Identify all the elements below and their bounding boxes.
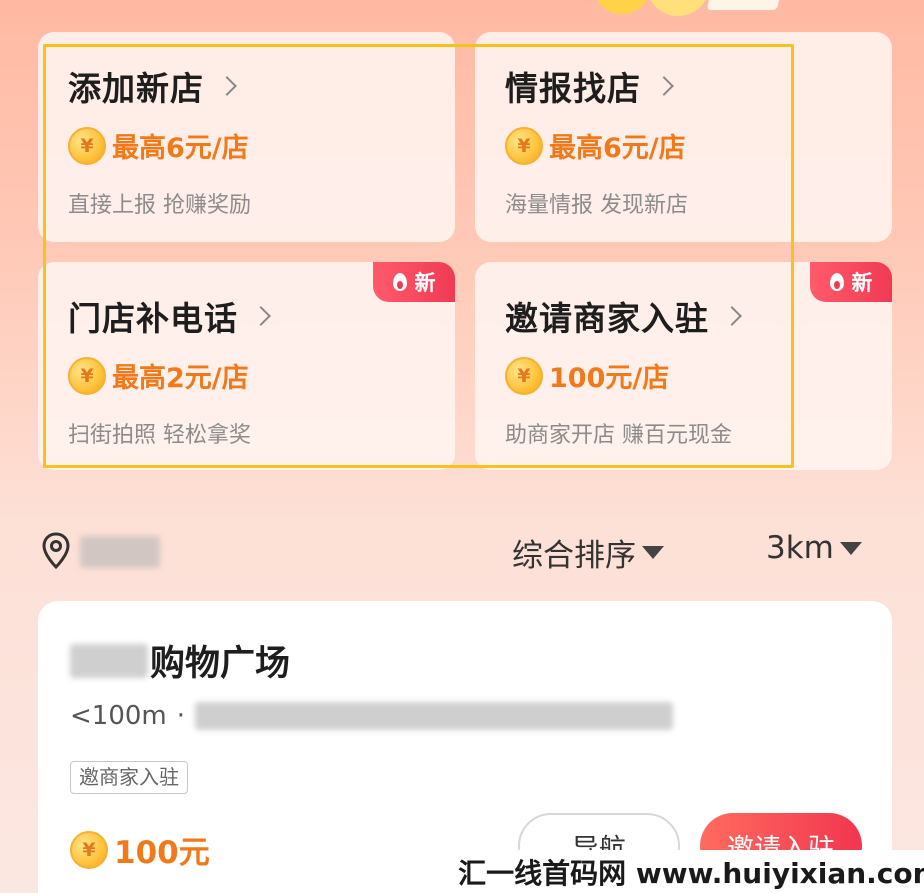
flame-icon: [829, 273, 844, 291]
task-description: 直接上报 抢赚奖励: [68, 193, 251, 218]
store-name: 购物广场: [70, 635, 290, 686]
task-reward: ¥ 最高6元/店: [68, 126, 249, 165]
chevron-right-icon: [217, 76, 237, 96]
location-name-blurred[interactable]: [80, 536, 160, 568]
task-description: 扫街拍照 轻松拿奖: [68, 423, 251, 448]
task-reward: ¥ 最高2元/店: [68, 356, 249, 395]
location-pin-icon[interactable]: [42, 532, 70, 570]
store-name-blurred: [70, 643, 148, 678]
flame-icon: [392, 273, 407, 291]
task-reward: ¥ 100元/店: [505, 356, 669, 395]
task-reward: ¥ 最高6元/店: [505, 126, 686, 165]
task-title: 情报找店: [505, 62, 674, 110]
task-title: 门店补电话: [68, 292, 271, 340]
caret-down-icon: [642, 546, 664, 559]
watermark: 汇一线首码网 www.huiyixian.com: [458, 850, 924, 893]
store-distance: <100m: [70, 701, 167, 731]
store-reward: ¥ 100元: [70, 827, 210, 872]
chevron-right-icon: [722, 306, 742, 326]
coin-icon: ¥: [70, 830, 108, 869]
task-card-intel-store[interactable]: 情报找店 ¥ 最高6元/店 海量情报 发现新店: [475, 32, 892, 242]
new-badge: 新: [810, 262, 892, 302]
store-meta: <100m ·: [70, 701, 674, 731]
task-title: 邀请商家入驻: [505, 292, 742, 340]
coin-icon: ¥: [68, 126, 106, 165]
banner-illustration: [580, 0, 840, 20]
task-title: 添加新店: [68, 62, 237, 110]
caret-down-icon: [839, 541, 862, 555]
task-card-add-store[interactable]: 添加新店 ¥ 最高6元/店 直接上报 抢赚奖励: [38, 32, 455, 242]
store-address-blurred: [195, 702, 674, 730]
coin-icon: ¥: [68, 356, 106, 395]
task-description: 助商家开店 赚百元现金: [505, 423, 732, 448]
filter-bar: 综合排序 3km: [0, 520, 924, 580]
new-badge: 新: [373, 262, 455, 302]
coin-icon: ¥: [505, 126, 543, 165]
task-card-add-phone[interactable]: 新 门店补电话 ¥ 最高2元/店 扫街拍照 轻松拿奖: [38, 262, 455, 470]
store-tag: 邀商家入驻: [70, 761, 188, 794]
task-card-invite-merchant[interactable]: 新 邀请商家入驻 ¥ 100元/店 助商家开店 赚百元现金: [475, 262, 892, 470]
coin-icon: ¥: [505, 356, 543, 395]
distance-dropdown[interactable]: 3km: [766, 530, 862, 566]
task-description: 海量情报 发现新店: [505, 193, 688, 218]
chevron-right-icon: [654, 76, 674, 96]
sort-dropdown[interactable]: 综合排序: [512, 530, 664, 575]
chevron-right-icon: [251, 306, 271, 326]
